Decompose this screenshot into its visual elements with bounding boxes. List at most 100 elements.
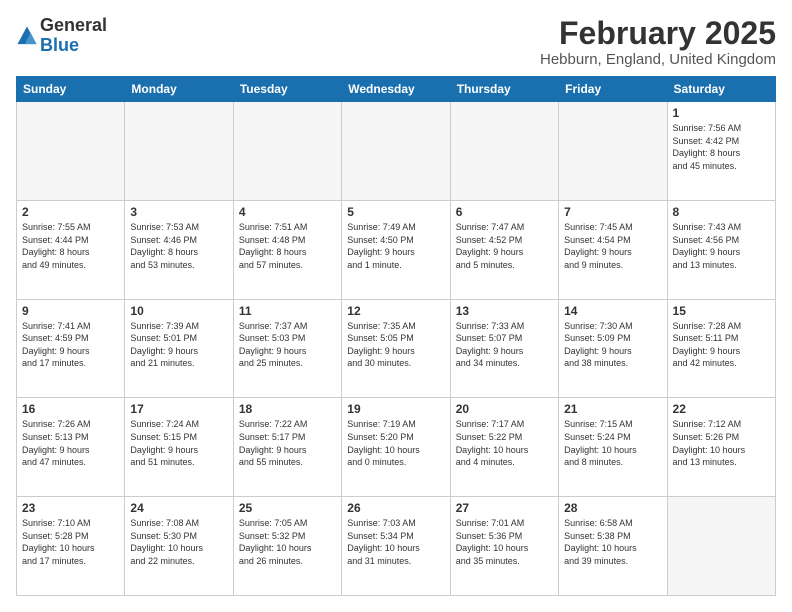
calendar-cell: 6 Sunrise: 7:47 AM Sunset: 4:52 PM Daylig… [450,200,558,299]
day-number: 13 [456,304,553,318]
week-row-4: 23Sunrise: 7:10 AM Sunset: 5:28 PM Dayli… [17,497,776,596]
day-number: 21 [564,402,661,416]
col-saturday: Saturday [667,77,775,102]
day-number: 17 [130,402,227,416]
day-info: Sunrise: 7:55 AM Sunset: 4:44 PM Dayligh… [22,221,119,271]
day-number: 6 [456,205,553,219]
calendar-cell: 28 Sunrise: 6:58 AM Sunset: 5:38 PM Dayli… [559,497,667,596]
day-info: Sunrise: 7:05 AM Sunset: 5:32 PM Dayligh… [239,517,336,567]
week-row-0: 1 Sunrise: 7:56 AM Sunset: 4:42 PM Daylig… [17,102,776,201]
logo: General Blue [16,16,107,56]
calendar-header-row: Sunday Monday Tuesday Wednesday Thursday… [17,77,776,102]
calendar-cell [125,102,233,201]
day-info: Sunrise: 7:19 AM Sunset: 5:20 PM Dayligh… [347,418,444,468]
calendar-cell: 17 Sunrise: 7:24 AM Sunset: 5:15 PM Dayli… [125,398,233,497]
day-info: Sunrise: 7:24 AM Sunset: 5:15 PM Dayligh… [130,418,227,468]
day-info: Sunrise: 7:51 AM Sunset: 4:48 PM Dayligh… [239,221,336,271]
week-row-2: 9 Sunrise: 7:41 AM Sunset: 4:59 PM Daylig… [17,299,776,398]
calendar-cell: 14Sunrise: 7:30 AM Sunset: 5:09 PM Dayli… [559,299,667,398]
calendar-cell: 11 Sunrise: 7:37 AM Sunset: 5:03 PM Dayli… [233,299,341,398]
col-monday: Monday [125,77,233,102]
day-info: Sunrise: 7:03 AM Sunset: 5:34 PM Dayligh… [347,517,444,567]
calendar-cell: 5 Sunrise: 7:49 AM Sunset: 4:50 PM Daylig… [342,200,450,299]
day-number: 15 [673,304,770,318]
calendar-cell: 26 Sunrise: 7:03 AM Sunset: 5:34 PM Dayli… [342,497,450,596]
calendar-cell: 25 Sunrise: 7:05 AM Sunset: 5:32 PM Dayli… [233,497,341,596]
calendar-cell [559,102,667,201]
day-number: 19 [347,402,444,416]
day-info: Sunrise: 7:56 AM Sunset: 4:42 PM Dayligh… [673,122,770,172]
day-info: Sunrise: 7:15 AM Sunset: 5:24 PM Dayligh… [564,418,661,468]
calendar-cell: 7Sunrise: 7:45 AM Sunset: 4:54 PM Daylig… [559,200,667,299]
calendar-cell: 19 Sunrise: 7:19 AM Sunset: 5:20 PM Dayli… [342,398,450,497]
calendar-cell: 12 Sunrise: 7:35 AM Sunset: 5:05 PM Dayli… [342,299,450,398]
col-wednesday: Wednesday [342,77,450,102]
calendar-cell: 3Sunrise: 7:53 AM Sunset: 4:46 PM Daylig… [125,200,233,299]
day-number: 24 [130,501,227,515]
calendar-cell: 13 Sunrise: 7:33 AM Sunset: 5:07 PM Dayli… [450,299,558,398]
day-number: 12 [347,304,444,318]
calendar-cell: 21 Sunrise: 7:15 AM Sunset: 5:24 PM Dayli… [559,398,667,497]
day-info: Sunrise: 7:01 AM Sunset: 5:36 PM Dayligh… [456,517,553,567]
header: General Blue February 2025 Hebburn, Engl… [16,16,776,68]
calendar-cell: 2 Sunrise: 7:55 AM Sunset: 4:44 PM Daylig… [17,200,125,299]
col-friday: Friday [559,77,667,102]
day-number: 8 [673,205,770,219]
day-info: Sunrise: 7:47 AM Sunset: 4:52 PM Dayligh… [456,221,553,271]
day-number: 27 [456,501,553,515]
calendar-cell: 27 Sunrise: 7:01 AM Sunset: 5:36 PM Dayli… [450,497,558,596]
calendar-table: Sunday Monday Tuesday Wednesday Thursday… [16,76,776,596]
day-number: 5 [347,205,444,219]
day-number: 10 [130,304,227,318]
calendar-cell [233,102,341,201]
day-number: 7 [564,205,661,219]
day-info: Sunrise: 7:28 AM Sunset: 5:11 PM Dayligh… [673,320,770,370]
day-number: 14 [564,304,661,318]
day-number: 16 [22,402,119,416]
day-info: Sunrise: 7:41 AM Sunset: 4:59 PM Dayligh… [22,320,119,370]
page: General Blue February 2025 Hebburn, Engl… [0,0,792,612]
calendar-cell: 24 Sunrise: 7:08 AM Sunset: 5:30 PM Dayli… [125,497,233,596]
day-info: Sunrise: 7:17 AM Sunset: 5:22 PM Dayligh… [456,418,553,468]
day-number: 9 [22,304,119,318]
day-info: Sunrise: 7:53 AM Sunset: 4:46 PM Dayligh… [130,221,227,271]
col-sunday: Sunday [17,77,125,102]
day-number: 26 [347,501,444,515]
day-info: Sunrise: 6:58 AM Sunset: 5:38 PM Dayligh… [564,517,661,567]
calendar-cell: 22Sunrise: 7:12 AM Sunset: 5:26 PM Dayli… [667,398,775,497]
day-info: Sunrise: 7:10 AM Sunset: 5:28 PM Dayligh… [22,517,119,567]
subtitle: Hebburn, England, United Kingdom [540,51,776,68]
day-number: 2 [22,205,119,219]
day-number: 25 [239,501,336,515]
calendar-cell: 8 Sunrise: 7:43 AM Sunset: 4:56 PM Daylig… [667,200,775,299]
col-tuesday: Tuesday [233,77,341,102]
calendar-cell [342,102,450,201]
day-info: Sunrise: 7:35 AM Sunset: 5:05 PM Dayligh… [347,320,444,370]
day-number: 28 [564,501,661,515]
day-number: 4 [239,205,336,219]
calendar-cell [17,102,125,201]
calendar-cell: 10 Sunrise: 7:39 AM Sunset: 5:01 PM Dayli… [125,299,233,398]
col-thursday: Thursday [450,77,558,102]
day-info: Sunrise: 7:43 AM Sunset: 4:56 PM Dayligh… [673,221,770,271]
calendar-cell: 23Sunrise: 7:10 AM Sunset: 5:28 PM Dayli… [17,497,125,596]
day-number: 11 [239,304,336,318]
calendar-cell: 9 Sunrise: 7:41 AM Sunset: 4:59 PM Daylig… [17,299,125,398]
calendar-cell: 1 Sunrise: 7:56 AM Sunset: 4:42 PM Daylig… [667,102,775,201]
day-info: Sunrise: 7:37 AM Sunset: 5:03 PM Dayligh… [239,320,336,370]
logo-icon [16,25,38,47]
calendar-cell: 20Sunrise: 7:17 AM Sunset: 5:22 PM Dayli… [450,398,558,497]
day-info: Sunrise: 7:26 AM Sunset: 5:13 PM Dayligh… [22,418,119,468]
day-info: Sunrise: 7:33 AM Sunset: 5:07 PM Dayligh… [456,320,553,370]
calendar-cell: 15 Sunrise: 7:28 AM Sunset: 5:11 PM Dayli… [667,299,775,398]
day-info: Sunrise: 7:08 AM Sunset: 5:30 PM Dayligh… [130,517,227,567]
title-block: February 2025 Hebburn, England, United K… [540,16,776,68]
day-info: Sunrise: 7:22 AM Sunset: 5:17 PM Dayligh… [239,418,336,468]
logo-text: General Blue [40,16,107,56]
day-info: Sunrise: 7:49 AM Sunset: 4:50 PM Dayligh… [347,221,444,271]
week-row-1: 2 Sunrise: 7:55 AM Sunset: 4:44 PM Daylig… [17,200,776,299]
day-info: Sunrise: 7:39 AM Sunset: 5:01 PM Dayligh… [130,320,227,370]
day-number: 22 [673,402,770,416]
day-number: 1 [673,106,770,120]
week-row-3: 16 Sunrise: 7:26 AM Sunset: 5:13 PM Dayli… [17,398,776,497]
